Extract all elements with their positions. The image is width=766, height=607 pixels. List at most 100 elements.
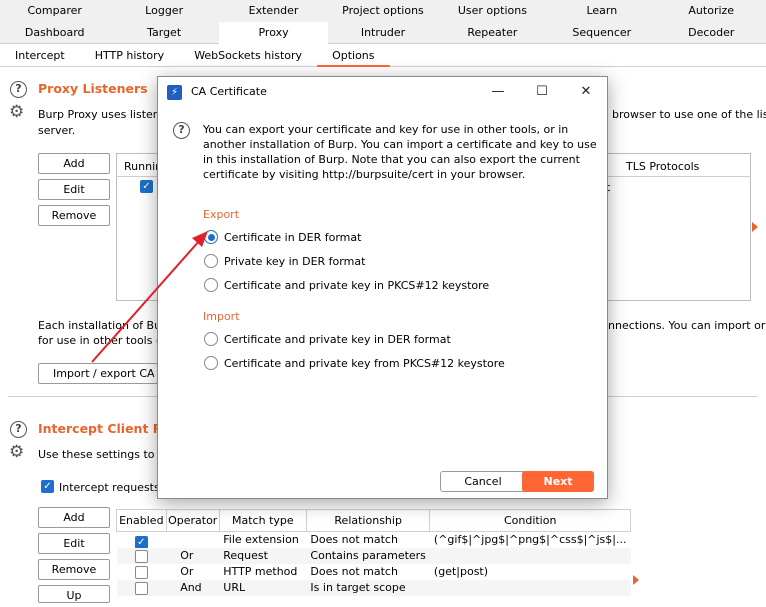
listener-edit-button[interactable]: Edit <box>38 179 110 200</box>
tab-intruder[interactable]: Intruder <box>328 22 437 44</box>
help-icon[interactable]: ? <box>10 421 27 438</box>
rule-remove-button[interactable]: Remove <box>38 559 110 580</box>
radio-unselected[interactable] <box>204 254 218 268</box>
col-relationship[interactable]: Relationship <box>305 509 431 532</box>
ca-description-line2: for use in other tools o <box>38 334 163 347</box>
rule-condition: (^gif$|^jpg$|^png$|^css$|^js$|... <box>433 533 627 547</box>
rule-condition <box>429 579 631 596</box>
import-heading: Import <box>203 310 240 323</box>
rule-enabled-checkbox[interactable] <box>134 549 148 563</box>
tab-decoder[interactable]: Decoder <box>657 22 766 44</box>
rule-enabled-checkbox[interactable] <box>134 565 148 579</box>
dialog-titlebar[interactable]: ⚡ CA Certificate — ☐ ✕ <box>158 77 607 107</box>
tab-comparer[interactable]: Comparer <box>0 0 109 22</box>
radio-label: Certificate and private key in DER forma… <box>224 332 451 346</box>
tab-proxy[interactable]: Proxy <box>218 22 329 44</box>
radio-unselected[interactable] <box>204 278 218 292</box>
ca-description: Each installation of Bur <box>38 319 166 332</box>
rule-relationship: Contains parameters <box>306 547 430 564</box>
intercept-rules-table: Enabled Operator Match type Relationship… <box>116 509 631 596</box>
tab-extender[interactable]: Extender <box>219 0 328 22</box>
proxy-subtabs: Intercept HTTP history WebSockets histor… <box>0 45 766 67</box>
radio-label: Certificate in DER format <box>224 230 362 244</box>
minimize-icon[interactable]: — <box>483 81 513 103</box>
table-row[interactable]: Or HTTP method Does not match (get|post) <box>117 564 631 580</box>
radio-label: Private key in DER format <box>224 254 366 268</box>
listeners-description-right: browser to use one of the lis <box>612 108 766 121</box>
rule-operator: Or <box>180 565 194 578</box>
col-operator[interactable]: Operator <box>165 509 220 532</box>
radio-selected[interactable] <box>204 230 218 244</box>
radio-unselected[interactable] <box>204 356 218 370</box>
gear-icon[interactable]: ⚙ <box>9 444 24 461</box>
rule-add-button[interactable]: Add <box>38 507 110 528</box>
expand-arrow-icon[interactable] <box>752 222 758 232</box>
listener-add-button[interactable]: Add <box>38 153 110 174</box>
export-pkcs12-option[interactable]: Certificate and private key in PKCS#12 k… <box>204 277 489 293</box>
gear-icon[interactable]: ⚙ <box>9 104 24 121</box>
subtab-intercept[interactable]: Intercept <box>0 45 80 67</box>
tab-project-options[interactable]: Project options <box>328 0 437 22</box>
expand-arrow-icon[interactable] <box>633 575 639 585</box>
rule-edit-button[interactable]: Edit <box>38 533 110 554</box>
tab-sequencer[interactable]: Sequencer <box>547 22 656 44</box>
subtab-options[interactable]: Options <box>317 45 390 67</box>
col-match-type[interactable]: Match type <box>218 509 307 532</box>
rule-condition: (get|post) <box>433 565 489 578</box>
listeners-description-line2: server. <box>38 124 76 137</box>
import-pkcs12-option[interactable]: Certificate and private key from PKCS#12… <box>204 355 505 371</box>
import-der-option[interactable]: Certificate and private key in DER forma… <box>204 331 451 347</box>
listener-running-checkbox[interactable]: ✓ <box>140 180 153 193</box>
tab-target[interactable]: Target <box>109 22 218 44</box>
help-icon[interactable]: ? <box>173 122 190 139</box>
export-cert-der-option[interactable]: Certificate in DER format <box>204 229 361 245</box>
main-tabs-row-1: Comparer Logger Extender Project options… <box>0 0 766 22</box>
rule-relationship: Does not match <box>310 565 398 578</box>
maximize-icon[interactable]: ☐ <box>527 81 557 103</box>
tab-learn[interactable]: Learn <box>547 0 656 22</box>
radio-unselected[interactable] <box>204 332 218 346</box>
table-row[interactable]: ✓ File extension Does not match (^gif$|^… <box>117 532 631 548</box>
tab-dashboard[interactable]: Dashboard <box>0 22 109 44</box>
col-condition[interactable]: Condition <box>429 509 631 532</box>
listener-remove-button[interactable]: Remove <box>38 205 110 226</box>
radio-label: Certificate and private key in PKCS#12 k… <box>224 278 490 292</box>
dialog-description: You can export your certificate and key … <box>203 123 597 181</box>
table-row[interactable]: Or Request Contains parameters <box>116 547 631 564</box>
intercept-requests-checkbox[interactable]: ✓ <box>41 480 54 493</box>
tab-user-options[interactable]: User options <box>438 0 547 22</box>
tab-repeater[interactable]: Repeater <box>438 22 547 44</box>
table-row[interactable]: And URL Is in target scope <box>116 579 631 596</box>
rule-operator: And <box>166 579 220 596</box>
export-key-der-option[interactable]: Private key in DER format <box>204 253 365 269</box>
export-heading: Export <box>203 208 240 221</box>
next-button[interactable]: Next <box>522 471 594 492</box>
subtab-websockets-history[interactable]: WebSockets history <box>179 45 317 67</box>
intercept-requests-label: Intercept requests b <box>59 481 171 494</box>
rule-match-type: Request <box>219 547 307 564</box>
import-export-ca-button[interactable]: Import / export CA ce <box>38 363 158 384</box>
col-enabled[interactable]: Enabled <box>116 509 167 532</box>
close-icon[interactable]: ✕ <box>571 81 601 103</box>
rule-enabled-checkbox[interactable] <box>134 581 148 595</box>
cancel-button[interactable]: Cancel <box>440 471 526 492</box>
tab-autorize[interactable]: Autorize <box>657 0 766 22</box>
radio-label: Certificate and private key from PKCS#12… <box>224 356 505 370</box>
proxy-listeners-title: Proxy Listeners <box>38 81 148 96</box>
rule-enabled-checkbox[interactable]: ✓ <box>134 535 148 548</box>
rule-operator <box>166 532 219 548</box>
col-tls-header: TLS Protocols <box>626 160 700 173</box>
rule-match-type: URL <box>219 579 307 596</box>
tab-logger[interactable]: Logger <box>109 0 218 22</box>
ca-certificate-dialog: ⚡ CA Certificate — ☐ ✕ ? You can export … <box>157 76 608 499</box>
rule-condition <box>429 547 631 564</box>
rule-operator: Or <box>166 547 220 564</box>
rule-relationship: Is in target scope <box>306 579 430 596</box>
main-tabs-row-2: Dashboard Target Proxy Intruder Repeater… <box>0 22 766 44</box>
rule-match-type: HTTP method <box>223 565 298 578</box>
help-icon[interactable]: ? <box>10 81 27 98</box>
subtab-http-history[interactable]: HTTP history <box>80 45 179 67</box>
rule-up-button[interactable]: Up <box>38 585 110 603</box>
intercept-description: Use these settings to co <box>38 448 171 461</box>
ca-description-right: nnections. You can import or e <box>608 319 766 332</box>
